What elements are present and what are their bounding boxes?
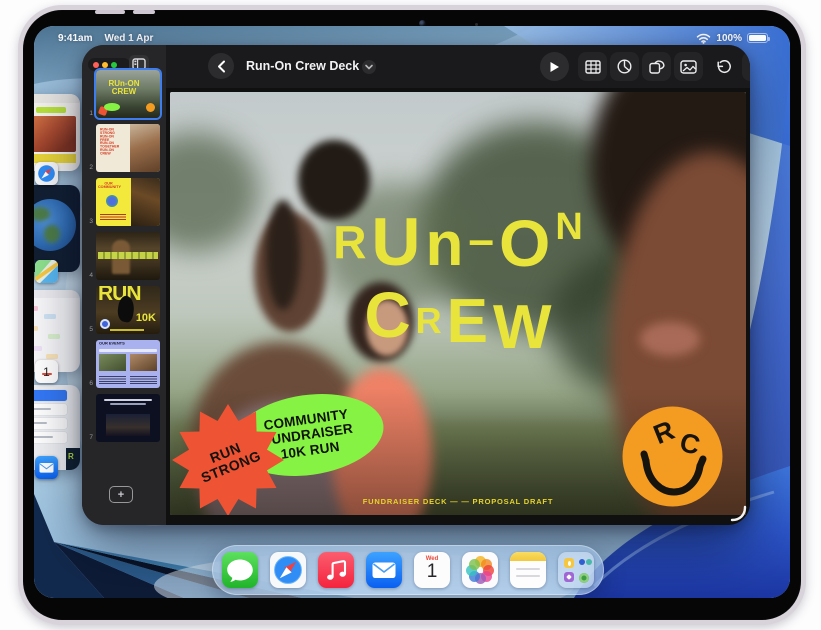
photo-icon — [680, 60, 697, 74]
music-note-icon — [318, 552, 354, 588]
ipad-screen: 9:41am Wed 1 Apr 100% — [34, 26, 790, 598]
volume-button — [95, 10, 125, 14]
slide-title-line2: C R E W — [170, 286, 746, 354]
slide-navigator: 1 RUn-ON CREW 2 RUN-ON — [82, 45, 166, 525]
battery-icon — [747, 33, 768, 43]
slide-5-thumbnail[interactable]: RUN 10K — [96, 286, 160, 334]
slide-canvas: R U n – O N C R E W — [166, 88, 750, 525]
keynote-window: 1 RUn-ON CREW 2 RUN-ON — [82, 45, 750, 525]
current-slide[interactable]: R U n – O N C R E W — [170, 92, 746, 515]
dock-calendar-icon[interactable]: Wed 1 — [414, 552, 450, 588]
product-shot: 9:41am Wed 1 Apr 100% — [0, 0, 821, 630]
dock-notes-icon[interactable] — [510, 552, 546, 588]
play-icon — [549, 61, 560, 73]
play-button[interactable] — [540, 52, 569, 81]
add-slide-button[interactable]: + — [109, 486, 133, 503]
media-button[interactable] — [674, 52, 703, 81]
wifi-icon — [696, 33, 711, 44]
slide-title[interactable]: R U n – O N C R E W — [170, 210, 746, 354]
compass-icon — [270, 552, 306, 588]
recent-app-maps[interactable] — [34, 185, 80, 272]
app-library-mini-green — [579, 573, 589, 583]
slide-number: 4 — [84, 272, 93, 280]
slide-number: 5 — [84, 326, 93, 334]
dock-app-library-icon[interactable] — [558, 552, 594, 588]
slide-thumbnail-row: 7 — [84, 394, 160, 442]
slide-number: 7 — [84, 434, 93, 442]
chevron-left-icon — [217, 60, 226, 73]
recent-app-safari[interactable] — [34, 94, 80, 171]
top-button — [133, 10, 155, 14]
slide-6-thumbnail[interactable]: OUR EVENTS — [96, 340, 160, 388]
slide-thumbnail-row: 5 RUN 10K — [84, 286, 160, 334]
format-button[interactable] — [742, 52, 750, 81]
table-button[interactable] — [578, 52, 607, 81]
dock-messages-icon[interactable] — [222, 552, 258, 588]
slide-number: 3 — [84, 218, 93, 226]
table-icon — [585, 60, 601, 74]
chart-pie-icon — [617, 59, 632, 74]
undo-button[interactable] — [709, 52, 738, 81]
slide-4-thumbnail[interactable] — [96, 232, 160, 280]
app-library-mini-teal — [586, 559, 592, 565]
thumb1-title-line2: CREW — [112, 87, 136, 96]
envelope-icon — [366, 552, 402, 588]
slide-caption[interactable]: FUNDRAISER DECK — — PROPOSAL DRAFT — [170, 497, 746, 506]
dock-music-icon[interactable] — [318, 552, 354, 588]
slide-2-thumbnail[interactable]: RUN-ON STRONG RUN-ON FREE RUN-ON TOGETHE… — [96, 124, 160, 172]
chart-button[interactable] — [610, 52, 639, 81]
safari-app-icon[interactable] — [35, 162, 58, 185]
mail-app-icon[interactable] — [35, 456, 58, 479]
battery-percent: 100% — [716, 33, 742, 44]
slide-7-thumbnail[interactable] — [96, 394, 160, 442]
calendar-app-icon[interactable]: 1 — [35, 360, 58, 383]
format-brush-icon — [749, 59, 750, 74]
slide-thumbnail-row: 2 RUN-ON STRONG RUN-ON FREE RUN-ON TOGET… — [84, 124, 160, 172]
dock-mail-icon[interactable] — [366, 552, 402, 588]
slide-number: 1 — [84, 110, 93, 118]
shapes-button[interactable] — [642, 52, 671, 81]
maps-app-icon[interactable] — [35, 260, 58, 283]
slide-number: 2 — [84, 164, 93, 172]
app-library-mini-blue — [579, 559, 585, 565]
slide-1-thumbnail[interactable]: RUn-ON CREW — [96, 70, 160, 118]
undo-icon — [716, 59, 732, 74]
document-title[interactable]: Run-On Crew Deck — [246, 59, 359, 73]
close-window-button[interactable] — [93, 62, 99, 68]
smiley-badge[interactable]: R C — [622, 406, 723, 507]
shapes-icon — [649, 59, 665, 74]
slide-number: 6 — [84, 380, 93, 388]
window-resize-indicator[interactable] — [730, 505, 748, 523]
chevron-down-icon — [365, 64, 373, 70]
calendar-day: 1 — [414, 562, 450, 582]
minimize-window-button[interactable] — [102, 62, 108, 68]
keynote-toolbar: Run-On Crew Deck — [166, 45, 750, 88]
dock-safari-icon[interactable] — [270, 552, 306, 588]
back-button[interactable] — [208, 53, 234, 79]
dock: Wed 1 — [212, 545, 604, 595]
slide-3-thumbnail[interactable]: OUR COMMUNITY — [96, 178, 160, 226]
slide-title-line1: R U n – O N — [170, 210, 746, 272]
slide-thumbnail-row: 4 — [84, 232, 160, 280]
slide-thumbnail-row: 3 OUR COMMUNITY — [84, 178, 160, 226]
title-menu-button[interactable] — [362, 60, 376, 74]
status-date: Wed 1 Apr — [104, 33, 153, 44]
zoom-window-button[interactable] — [111, 62, 117, 68]
dock-photos-icon[interactable] — [462, 552, 498, 588]
status-time: 9:41am — [58, 33, 92, 44]
slide-thumbnail-row: 1 RUn-ON CREW — [84, 70, 160, 118]
slide-thumbnail-row: 6 OUR EVENTS — [84, 340, 160, 388]
calendar-icon-day: 1 — [35, 366, 58, 379]
message-bubble-icon — [222, 552, 258, 588]
